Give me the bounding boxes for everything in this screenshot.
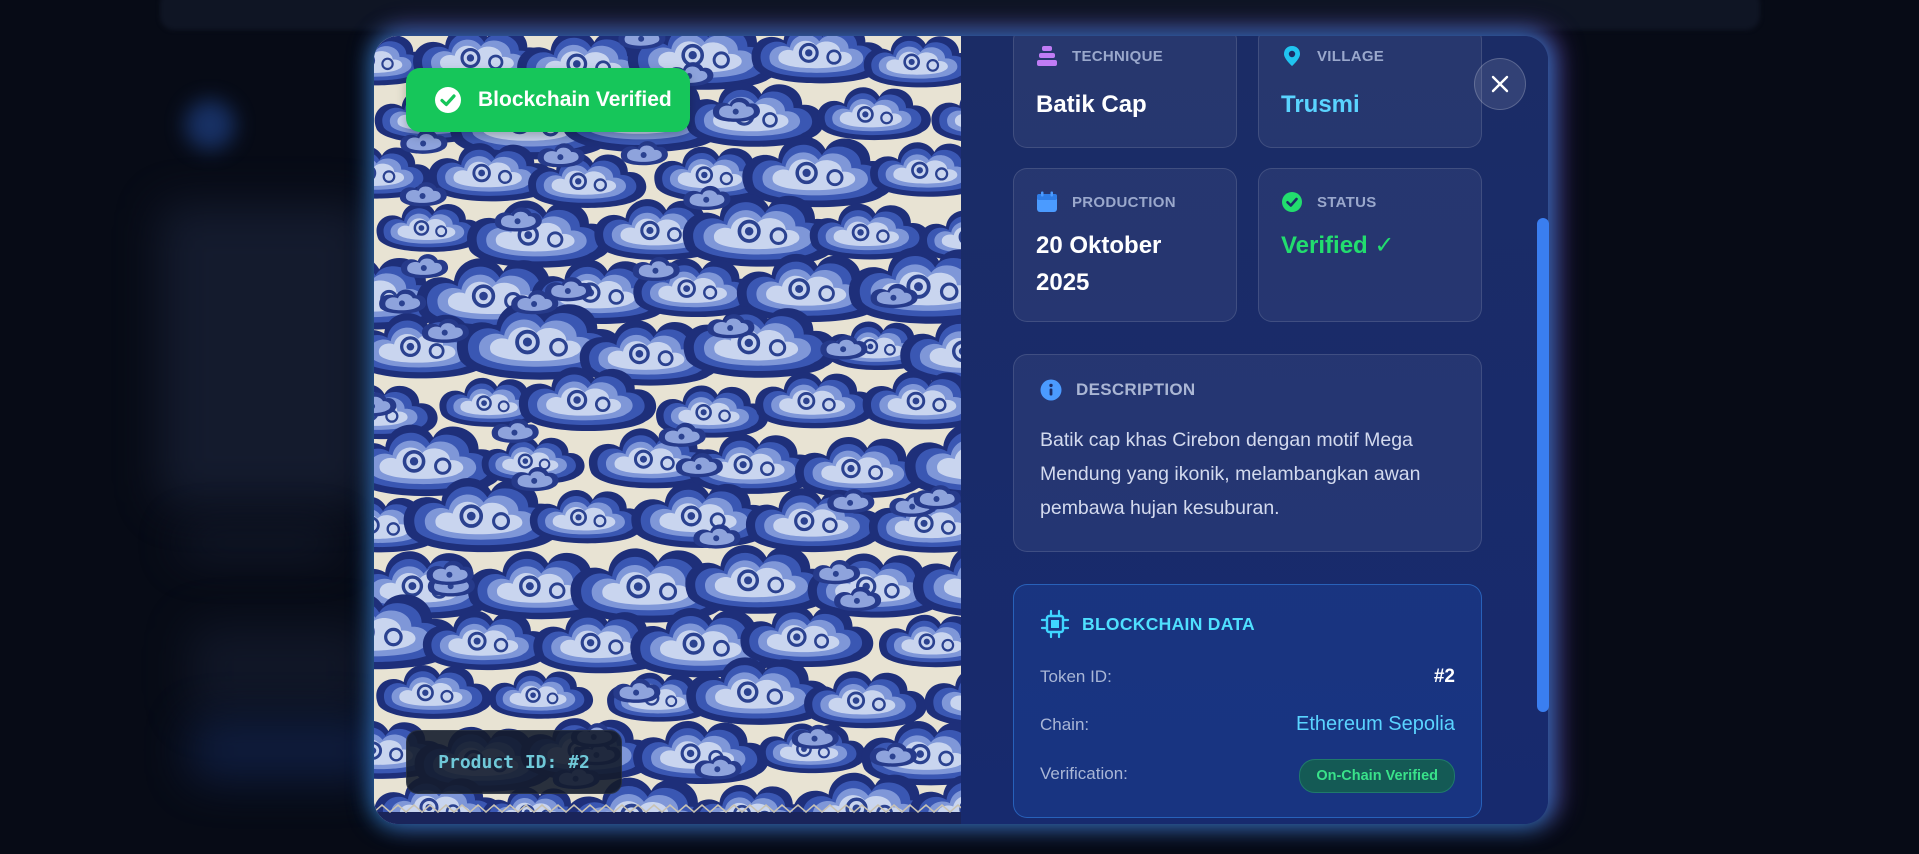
blockchain-verified-badge: Blockchain Verified [406, 68, 690, 132]
status-label: STATUS [1317, 193, 1377, 211]
token-id-value: #2 [1433, 666, 1455, 687]
product-info-panel[interactable]: TECHNIQUE Batik Cap VILLAGE Trusmi PRODU… [961, 36, 1548, 824]
token-id-label: Token ID: [1040, 667, 1112, 686]
chain-value[interactable]: Ethereum Sepolia [1296, 713, 1455, 736]
check-circle-icon [1281, 191, 1303, 213]
status-card: STATUS Verified ✓ [1258, 168, 1482, 322]
production-card: PRODUCTION 20 Oktober 2025 [1013, 168, 1237, 322]
batik-product-image: Blockchain Verified Product ID: #2 [374, 36, 961, 824]
background-heading-block [160, 205, 370, 505]
background-avatar [185, 100, 235, 150]
technique-label: TECHNIQUE [1072, 47, 1164, 65]
chip-icon [1040, 609, 1070, 639]
background-card-block [190, 625, 370, 715]
scrollbar-thumb[interactable] [1537, 218, 1549, 712]
description-card: DESCRIPTION Batik cap khas Cirebon denga… [1013, 354, 1482, 552]
blockchain-data-card: BLOCKCHAIN DATA Token ID: #2 Chain: Ethe… [1013, 584, 1482, 818]
on-chain-verified-badge: On-Chain Verified [1299, 759, 1455, 793]
layers-icon [1036, 45, 1058, 67]
map-pin-icon [1281, 45, 1303, 67]
status-value: Verified ✓ [1281, 232, 1395, 259]
production-label: PRODUCTION [1072, 193, 1176, 211]
blockchain-verified-label: Blockchain Verified [478, 88, 672, 111]
background-topbar [160, 0, 1760, 30]
chain-label: Chain: [1040, 715, 1090, 734]
technique-value: Batik Cap [1036, 91, 1147, 118]
info-scroll-area[interactable]: TECHNIQUE Batik Cap VILLAGE Trusmi PRODU… [961, 36, 1548, 824]
product-id-tag: Product ID: #2 [406, 730, 622, 794]
close-button[interactable] [1474, 58, 1526, 110]
background-button-block [190, 720, 380, 780]
technique-card: TECHNIQUE Batik Cap [1013, 36, 1237, 148]
description-label: DESCRIPTION [1076, 380, 1196, 399]
village-card: VILLAGE Trusmi [1258, 36, 1482, 148]
village-label: VILLAGE [1317, 47, 1385, 65]
background-text-block [180, 530, 340, 556]
info-icon [1040, 379, 1062, 401]
mega-mendung-pattern [374, 36, 961, 824]
description-text: Batik cap khas Cirebon dengan motif Mega… [1040, 429, 1421, 519]
check-circle-icon [434, 86, 462, 114]
village-value: Trusmi [1281, 91, 1360, 118]
product-detail-modal: Blockchain Verified Product ID: #2 TECHN… [374, 36, 1548, 824]
verification-label: Verification: [1040, 764, 1128, 783]
production-value: 20 Oktober 2025 [1036, 232, 1162, 296]
calendar-icon [1036, 191, 1058, 213]
close-icon [1490, 74, 1510, 94]
blockchain-data-title: BLOCKCHAIN DATA [1082, 613, 1255, 634]
